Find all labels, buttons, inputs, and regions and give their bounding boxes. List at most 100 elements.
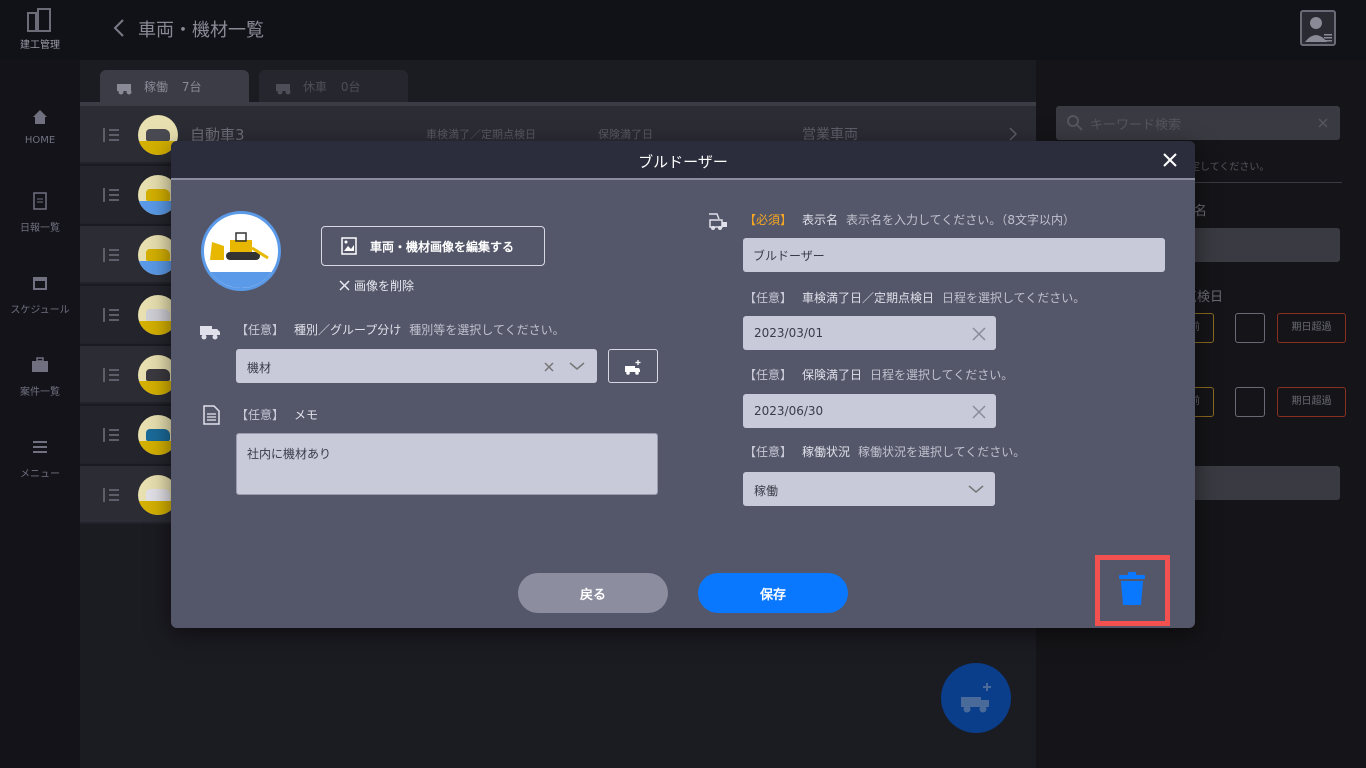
x-icon — [339, 280, 350, 291]
clear-icon[interactable] — [1318, 118, 1328, 128]
vehicle-edit-icon — [709, 213, 727, 230]
modal-header: ブルドーザー — [171, 141, 1195, 180]
memo-icon — [203, 405, 220, 425]
truck-idle-tab-icon — [276, 84, 291, 95]
building-icon — [25, 8, 55, 34]
back-chevron-icon[interactable] — [110, 16, 130, 40]
chevron-right-icon — [1009, 127, 1018, 141]
delete-vehicle-button[interactable] — [1095, 555, 1170, 626]
app-logo[interactable]: 建工管理 — [16, 8, 64, 51]
filter-checkbox[interactable] — [1235, 313, 1265, 343]
vehicle-image — [201, 211, 281, 291]
inspection-column-label: 車検満了／定期点検日 — [426, 128, 536, 141]
filter-label-name: 名 — [1194, 204, 1208, 219]
display-name-input[interactable] — [743, 238, 1165, 272]
required-tag: 【必須】 — [744, 213, 793, 227]
drag-handle-icon[interactable] — [102, 187, 120, 203]
calendar-icon — [33, 277, 47, 290]
status-field-label: 【任意】 稼働状況 稼働状況を選択してください。 — [744, 443, 1025, 460]
clear-icon[interactable] — [972, 405, 986, 419]
type-field-name: 種別／グループ分け — [294, 323, 402, 337]
modal-title: ブルドーザー — [638, 153, 728, 171]
drag-handle-icon[interactable] — [102, 427, 120, 443]
nav-projects[interactable]: 案件一覧 — [0, 356, 80, 398]
close-icon[interactable] — [1161, 151, 1179, 169]
user-avatar-icon[interactable] — [1300, 10, 1336, 46]
delete-image-label: 画像を削除 — [354, 279, 415, 293]
filter-overdue-button-2[interactable]: 期日超過 — [1277, 387, 1346, 417]
filter-status-select[interactable] — [1176, 466, 1340, 500]
filter-name-select[interactable] — [1176, 228, 1340, 262]
memo-field-label: 【任意】 メモ — [236, 406, 318, 423]
save-button[interactable]: 保存 — [698, 573, 848, 613]
clear-icon[interactable] — [972, 327, 986, 341]
tab-active-label: 稼働 — [144, 80, 169, 94]
type-select-value: 機材 — [247, 361, 272, 375]
filter-checkbox-2[interactable] — [1235, 387, 1265, 417]
hamburger-icon — [33, 441, 47, 453]
briefcase-icon — [32, 357, 48, 372]
add-truck-icon — [961, 683, 991, 713]
optional-tag: 【任意】 — [744, 368, 793, 382]
optional-tag: 【任意】 — [236, 408, 285, 422]
chevron-down-icon — [569, 362, 585, 370]
insurance-field-label: 【任意】 保険満了日 日程を選択してください。 — [744, 366, 1013, 383]
tab-idle-vehicles[interactable]: 休車 0台 — [259, 70, 408, 102]
type-field-hint: 種別等を選択してください。 — [409, 323, 565, 337]
nav-daily-reports[interactable]: 日報一覧 — [0, 192, 80, 234]
search-input[interactable]: キーワード検索 — [1056, 106, 1340, 140]
vehicle-edit-modal: ブルドーザー 車両・機材画像を編集する 画像を削除 【任意】 種別／グループ分け種… — [171, 141, 1195, 628]
display-name-field-label: 【必須】 表示名 表示名を入力してください。（8文字以内） — [744, 211, 1075, 228]
nav-daily-reports-label: 日報一覧 — [20, 223, 60, 234]
nav-schedule[interactable]: スケジュール — [0, 274, 80, 316]
back-button[interactable]: 戻る — [518, 573, 668, 613]
insurance-field-name: 保険満了日 — [802, 368, 863, 382]
type-field-label: 【任意】 種別／グループ分け 種別等を選択してください。 — [236, 321, 565, 338]
filter-overdue-button[interactable]: 期日超過 — [1277, 313, 1346, 343]
nav-home[interactable]: HOME — [0, 108, 80, 146]
status-select[interactable]: 稼働 — [743, 472, 995, 506]
tab-idle-label: 休車 — [303, 80, 328, 94]
drag-handle-icon[interactable] — [102, 127, 120, 143]
display-name-field-hint: 表示名を入力してください。（8文字以内） — [846, 213, 1075, 227]
nav-projects-label: 案件一覧 — [20, 387, 60, 398]
nav-home-label: HOME — [24, 135, 56, 146]
edit-image-button[interactable]: 車両・機材画像を編集する — [321, 226, 545, 266]
top-bar: 建工管理 車両・機材一覧 — [0, 0, 1366, 60]
add-type-button[interactable] — [608, 349, 658, 383]
chevron-down-icon — [968, 485, 984, 493]
trash-icon — [1119, 572, 1145, 605]
divider — [1176, 182, 1342, 183]
truck-icon — [200, 326, 220, 340]
drag-handle-icon[interactable] — [102, 247, 120, 263]
search-icon — [1067, 115, 1083, 131]
add-type-icon — [625, 360, 641, 375]
display-name-field-name: 表示名 — [802, 213, 839, 227]
side-navigation: HOME 日報一覧 スケジュール 案件一覧 メニュー — [0, 60, 80, 768]
insurance-field-hint: 日程を選択してください。 — [870, 368, 1014, 382]
home-icon — [33, 110, 47, 124]
search-placeholder: キーワード検索 — [1090, 118, 1182, 133]
inspection-date-picker[interactable]: 2023/03/01 — [743, 316, 996, 350]
document-icon — [33, 192, 47, 210]
memo-textarea[interactable]: 社内に機材あり — [236, 433, 658, 495]
tab-idle-count: 0台 — [340, 80, 361, 94]
add-vehicle-fab[interactable] — [941, 663, 1011, 733]
drag-handle-icon[interactable] — [102, 487, 120, 503]
edit-image-label: 車両・機材画像を編集する — [370, 240, 515, 254]
delete-image-link[interactable]: 画像を削除 — [339, 277, 414, 294]
drag-handle-icon[interactable] — [102, 307, 120, 323]
drag-handle-icon[interactable] — [102, 367, 120, 383]
clear-icon[interactable] — [543, 361, 555, 373]
status-select-value: 稼働 — [754, 484, 779, 498]
memo-field-name: メモ — [294, 408, 319, 422]
status-field-name: 稼働状況 — [802, 445, 851, 459]
tab-active-vehicles[interactable]: 稼働 7台 — [100, 70, 249, 102]
inspection-field-name: 車検満了日／定期点検日 — [802, 291, 935, 305]
nav-menu[interactable]: メニュー — [0, 438, 80, 480]
optional-tag: 【任意】 — [236, 323, 285, 337]
status-field-hint: 稼働状況を選択してください。 — [858, 445, 1026, 459]
inspection-date-value: 2023/03/01 — [754, 326, 824, 340]
insurance-date-picker[interactable]: 2023/06/30 — [743, 394, 996, 428]
type-select[interactable]: 機材 — [236, 349, 597, 383]
